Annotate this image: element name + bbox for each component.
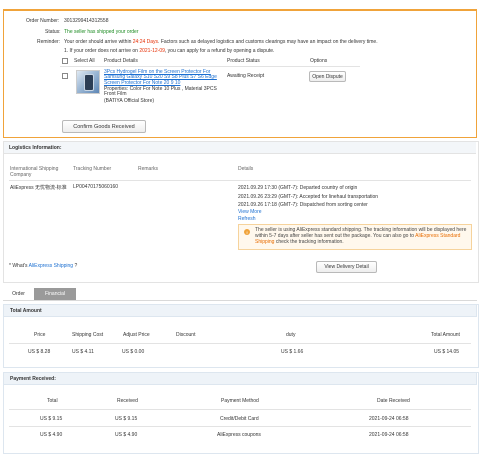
view-delivery-detail-button[interactable]: View Delivery Detail: [316, 261, 377, 273]
product-title-link[interactable]: 3Pcs Hydrogel Film on the Screen Protect…: [104, 69, 222, 86]
total-amount-value: US $ 14.05: [434, 349, 460, 355]
payment-row2-received: US $ 4.90: [115, 432, 138, 438]
payment-row1-received: US $ 9.15: [115, 416, 138, 422]
refund-date: 2021-12-09: [139, 48, 165, 54]
payment-col-date: Date Received: [377, 398, 410, 404]
shipping-notice-box: ! The seller is using AliExpress standar…: [238, 224, 472, 250]
product-store[interactable]: (BATIYA Official Store): [104, 98, 154, 104]
view-more-link[interactable]: View More: [238, 209, 262, 215]
payment-row1-total: US $ 9.15: [40, 416, 63, 422]
col-product-status: Product Status: [227, 58, 260, 64]
col-product-details: Product Details: [104, 58, 138, 64]
payment-col-total: Total: [47, 398, 58, 404]
total-col-discount: Discount: [176, 332, 196, 338]
status-value: The seller has shipped your order: [64, 29, 139, 35]
info-icon: !: [244, 229, 250, 235]
logistics-title: Logistics Information:: [9, 145, 62, 151]
reminder-label: Reminder:: [37, 39, 61, 45]
payment-row1-method: Credit/Debit Card: [220, 416, 259, 422]
reminder-days: 24:24 Days: [132, 39, 159, 45]
total-col-price: Price: [34, 332, 46, 338]
product-checkbox[interactable]: [62, 73, 68, 79]
total-price-value: US $ 8.28: [28, 349, 51, 355]
tab-order[interactable]: Order: [3, 288, 34, 300]
refund-reminder-pre: 1. If your order does not arrive on: [64, 48, 138, 54]
tracking-number-value: LP00470175060160: [73, 184, 119, 190]
tab-financial[interactable]: Financial: [34, 288, 76, 300]
total-duty-value: US $ 1.66: [281, 349, 304, 355]
col-shipping-company: International Shipping Company: [10, 166, 59, 178]
refresh-link[interactable]: Refresh: [238, 216, 256, 222]
whats-post: ?: [74, 263, 78, 269]
product-header-divider: [60, 66, 360, 67]
total-col-duty: duty: [286, 332, 296, 338]
whats-shipping: * What's AliExpress Shipping ?: [9, 263, 77, 269]
payment-row-divider: [9, 426, 471, 427]
logistics-header-bg: [4, 142, 476, 154]
refund-reminder-post: , you can apply for a refund by opening …: [164, 48, 275, 54]
total-amount-divider: [9, 343, 471, 344]
reminder-post: . Factors such as delayed logistics and …: [158, 39, 378, 45]
payment-row2-date: 2021-09-24 06:58: [369, 432, 409, 438]
col-details: Details: [238, 166, 254, 172]
notice-end: check the tracking information.: [275, 238, 344, 245]
payment-row1-date: 2021-09-24 06:58: [369, 416, 409, 422]
logistics-header-divider: [9, 180, 471, 181]
order-number-value: 3013299414312558: [64, 18, 109, 24]
tracking-events: 2021.09.29 17:30 (GMT-7): Departed count…: [238, 184, 378, 210]
product-properties: Properties: Color For Note 10 Plus , Mat…: [104, 86, 217, 98]
open-dispute-button[interactable]: Open Dispute: [309, 71, 346, 82]
refund-reminder: 1. If your order does not arrive on 2021…: [64, 48, 274, 54]
total-col-adjust-price: Adjust Price: [123, 332, 150, 338]
payment-col-method: Payment Method: [221, 398, 259, 404]
select-all-label: Select All: [74, 58, 95, 64]
status-label: Status:: [45, 29, 61, 35]
payment-header-divider: [9, 409, 471, 410]
select-all-checkbox[interactable]: [62, 58, 68, 64]
total-col-total-amount: Total Amount: [431, 332, 460, 338]
col-options: Options: [310, 58, 328, 64]
aliexpress-shipping-link[interactable]: AliExpress Shipping: [29, 263, 73, 269]
product-status-value: Awaiting Receipt: [227, 73, 265, 79]
payment-row2-total: US $ 4.90: [40, 432, 63, 438]
col-remarks: Remarks: [138, 166, 159, 172]
phone-image-icon: [84, 74, 94, 91]
tracking-event: 2021.09.29 17:30 (GMT-7): Departed count…: [238, 185, 358, 191]
reminder-text: Your order should arrive within 24:24 Da…: [64, 39, 464, 45]
total-amount-title: Total Amount: [10, 307, 42, 314]
col-tracking-number: Tracking Number: [73, 166, 112, 172]
shipping-company-value: AliExpress 无忧物流-标准: [10, 185, 67, 191]
payment-row2-method: AliExpress coupons: [217, 432, 261, 438]
total-adjust-value: US $ 0.00: [122, 349, 145, 355]
payment-received-header: Payment Received:: [3, 372, 477, 385]
tab-bar: Order Financial: [3, 288, 477, 301]
whats-pre: * What's: [9, 263, 28, 269]
shipping-notice-text: The seller is using AliExpress standard …: [255, 227, 467, 245]
tracking-event: 2021.09.26 23:29 (GMT-7): Accepted for l…: [238, 193, 379, 200]
reminder-pre: Your order should arrive within: [64, 39, 132, 45]
order-number-label: Order Number:: [26, 18, 60, 24]
payment-received-title: Payment Received:: [10, 375, 56, 382]
total-shipping-value: US $ 4.11: [72, 349, 94, 355]
product-thumbnail[interactable]: [76, 70, 100, 94]
confirm-goods-received-button[interactable]: Confirm Goods Received: [62, 120, 146, 133]
total-amount-header: Total Amount: [3, 304, 477, 317]
payment-col-received: Received: [117, 398, 138, 404]
total-col-shipping-cost: Shipping Cost: [72, 332, 104, 338]
